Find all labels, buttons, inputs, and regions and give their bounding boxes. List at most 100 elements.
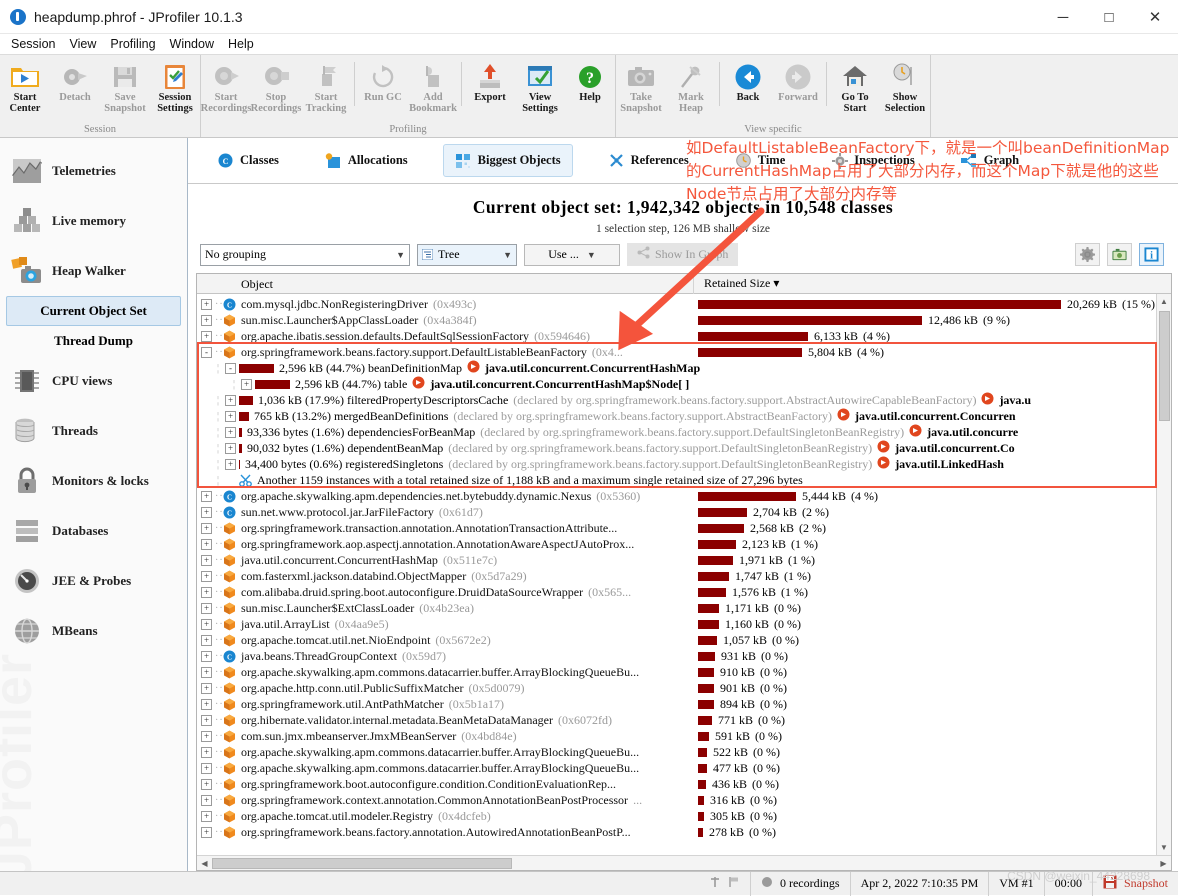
tree-expander[interactable]: + <box>201 298 212 310</box>
tree-expander[interactable]: + <box>225 458 236 470</box>
gear-icon[interactable] <box>1075 243 1100 266</box>
table-row[interactable]: + ·· org.apache.ibatis.session.defaults.De… <box>197 328 1156 344</box>
table-row[interactable]: ¦ Another 1159 instances with a total ret… <box>197 472 1156 488</box>
table-row[interactable]: + ·· Csun.net.www.protocol.jar.JarFileFact… <box>197 504 1156 520</box>
toolbar-button-forward[interactable]: Forward <box>773 58 823 124</box>
sidebar-item-thread-dump[interactable]: Thread Dump <box>6 326 181 356</box>
tree-expander[interactable]: + <box>201 586 212 598</box>
table-row[interactable]: + ·· Cjava.beans.ThreadGroupContext (0x59d7… <box>197 648 1156 664</box>
tree-expander[interactable]: + <box>201 666 212 678</box>
toolbar-button-show-selection[interactable]: Show Selection <box>880 58 930 124</box>
menu-item-window[interactable]: Window <box>163 35 221 53</box>
show-in-graph-button[interactable]: Show In Graph <box>627 243 739 266</box>
tree-expander[interactable]: + <box>201 314 212 326</box>
scroll-left-button[interactable]: ◀ <box>197 856 212 871</box>
tree-expander[interactable]: + <box>201 490 212 502</box>
table-row[interactable]: + ·· java.util.concurrent.ConcurrentHashMa… <box>197 552 1156 568</box>
table-row[interactable]: ¦ +34,400 bytes (0.6%) registeredSingleto… <box>197 456 1156 472</box>
horizontal-scrollbar[interactable]: ◀ ▶ <box>197 855 1171 870</box>
tab-graph[interactable]: Graph <box>950 145 1030 176</box>
use-button[interactable]: Use ... ▼ <box>524 243 620 266</box>
minimize-button[interactable]: ─ <box>1040 0 1086 34</box>
tab-time[interactable]: Time <box>724 145 797 176</box>
toolbar-button-export[interactable]: Export <box>465 58 515 124</box>
vertical-scrollbar[interactable]: ▲ ▼ <box>1156 294 1171 855</box>
flag-icon[interactable] <box>728 876 740 892</box>
table-row[interactable]: + ·· org.springframework.beans.factory.ann… <box>197 824 1156 840</box>
table-row[interactable]: + ·· Corg.apache.skywalking.apm.dependenci… <box>197 488 1156 504</box>
tree-expander[interactable]: + <box>225 394 236 406</box>
info-icon[interactable]: i <box>1139 243 1164 266</box>
maximize-button[interactable]: □ <box>1086 0 1132 34</box>
add-marker-icon[interactable] <box>709 876 721 892</box>
menu-item-view[interactable]: View <box>62 35 103 53</box>
hscroll-track[interactable] <box>212 856 1156 871</box>
tree-expander[interactable]: + <box>201 506 212 518</box>
status-markers[interactable] <box>699 871 751 896</box>
table-body[interactable]: ▲ ▼ + ·· Ccom.mysql.jdbc.NonRegisteringDri… <box>197 294 1171 855</box>
sidebar-item-jee-probes[interactable]: JEE & Probes <box>0 556 187 606</box>
tree-expander[interactable]: + <box>201 634 212 646</box>
camera-icon[interactable] <box>1107 243 1132 266</box>
tree-expander[interactable]: + <box>201 762 212 774</box>
scroll-right-button[interactable]: ▶ <box>1156 856 1171 871</box>
table-row[interactable]: + ·· com.sun.jmx.mbeanserver.JmxMBeanServe… <box>197 728 1156 744</box>
tree-expander[interactable]: + <box>201 522 212 534</box>
table-row[interactable]: + ·· org.apache.skywalking.apm.commons.dat… <box>197 664 1156 680</box>
toolbar-button-detach[interactable]: Detach <box>50 58 100 124</box>
table-row[interactable]: + ·· org.springframework.util.AntPathMatch… <box>197 696 1156 712</box>
tab-classes[interactable]: C Classes <box>206 145 290 176</box>
sidebar-item-threads[interactable]: Threads <box>0 406 187 456</box>
sidebar-item-current-object-set[interactable]: Current Object Set <box>6 296 181 326</box>
sidebar-item-heap-walker[interactable]: Heap Walker <box>0 246 187 296</box>
hscroll-thumb[interactable] <box>212 857 512 869</box>
table-row[interactable]: + ·· org.apache.tomcat.util.net.NioEndpoin… <box>197 632 1156 648</box>
table-row[interactable]: + ·· org.springframework.transaction.annot… <box>197 520 1156 536</box>
sidebar-item-monitors-locks[interactable]: Monitors & locks <box>0 456 187 506</box>
sidebar-item-telemetries[interactable]: Telemetries <box>0 146 187 196</box>
tree-expander[interactable]: + <box>225 442 236 454</box>
table-row[interactable]: ¦ +90,032 bytes (1.6%) dependentBeanMap (d… <box>197 440 1156 456</box>
tree-expander[interactable]: + <box>201 554 212 566</box>
sidebar-item-cpu-views[interactable]: CPU views <box>0 356 187 406</box>
menu-item-session[interactable]: Session <box>4 35 62 53</box>
tab-allocations[interactable]: Allocations <box>314 145 419 176</box>
table-row[interactable]: + ·· com.alibaba.druid.spring.boot.autocon… <box>197 584 1156 600</box>
tree-expander[interactable]: + <box>201 794 212 806</box>
table-row[interactable]: + ·· org.hibernate.validator.internal.meta… <box>197 712 1156 728</box>
tree-expander[interactable]: + <box>225 410 236 422</box>
toolbar-button-mark-heap[interactable]: Mark Heap <box>666 58 716 124</box>
toolbar-button-back[interactable]: Back <box>723 58 773 124</box>
tree-expander[interactable]: + <box>201 602 212 614</box>
tree-expander[interactable]: + <box>201 810 212 822</box>
scroll-down-button[interactable]: ▼ <box>1157 840 1172 855</box>
table-row[interactable]: ¦ +1,036 kB (17.9%) filteredPropertyDescr… <box>197 392 1156 408</box>
toolbar-button-help[interactable]: ? Help <box>565 58 615 124</box>
table-row[interactable]: + ·· org.apache.skywalking.apm.commons.dat… <box>197 760 1156 776</box>
tree-expander[interactable]: + <box>201 698 212 710</box>
menu-item-help[interactable]: Help <box>221 35 261 53</box>
close-button[interactable]: ✕ <box>1132 0 1178 34</box>
menu-item-profiling[interactable]: Profiling <box>103 35 162 53</box>
table-row[interactable]: + ·· sun.misc.Launcher$AppClassLoader (0x4a… <box>197 312 1156 328</box>
table-row[interactable]: + ·· org.springframework.boot.autoconfigur… <box>197 776 1156 792</box>
toolbar-button-go-to-start[interactable]: Go To Start <box>830 58 880 124</box>
toolbar-button-take-snapshot[interactable]: Take Snapshot <box>616 58 666 124</box>
toolbar-button-view-settings[interactable]: View Settings <box>515 58 565 124</box>
toolbar-button-save-snapshot[interactable]: Save Snapshot <box>100 58 150 124</box>
table-row[interactable]: ¦ - 2,596 kB (44.7%) beanDefinitionMap java… <box>197 360 1156 376</box>
toolbar-button-start-tracking[interactable]: Start Tracking <box>301 58 351 124</box>
tree-expander[interactable]: - <box>225 362 236 374</box>
toolbar-button-stop-recordings[interactable]: Stop Recordings <box>251 58 301 124</box>
tab-biggest-objects[interactable]: Biggest Objects <box>442 144 573 177</box>
tree-expander[interactable]: + <box>201 826 212 838</box>
tree-expander[interactable]: + <box>201 714 212 726</box>
table-row[interactable]: + ·· org.springframework.context.annotatio… <box>197 792 1156 808</box>
scroll-up-button[interactable]: ▲ <box>1157 294 1172 309</box>
tree-expander[interactable]: + <box>201 682 212 694</box>
tree-expander[interactable]: + <box>201 778 212 790</box>
toolbar-button-start-recordings[interactable]: Start Recordings <box>201 58 251 124</box>
table-row[interactable]: + ·· org.apache.tomcat.util.modeler.Regist… <box>197 808 1156 824</box>
tree-expander[interactable]: + <box>241 378 252 390</box>
tab-inspections[interactable]: Inspections <box>820 145 925 176</box>
